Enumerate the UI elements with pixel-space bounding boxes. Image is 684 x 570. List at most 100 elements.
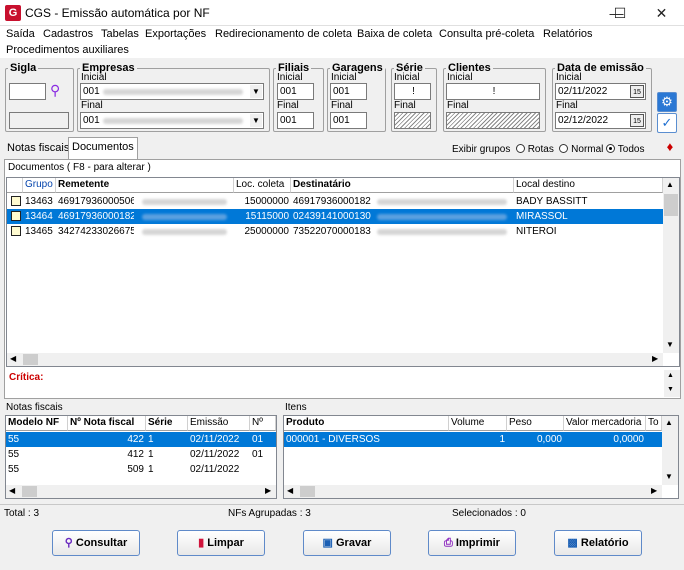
data-final-input[interactable]: 02/12/2022 15 [555,112,646,129]
export-button[interactable]: ♦ [659,139,681,157]
chevron-down-icon[interactable]: ▼ [665,472,673,481]
col-loc-coleta[interactable]: Loc. coleta [234,178,291,193]
sigla-input[interactable] [9,83,46,100]
menu-consulta-pre-coleta[interactable]: Consulta pré-coleta [439,28,534,40]
chevron-left-icon[interactable]: ◀ [10,354,16,363]
chevron-right-icon[interactable]: ▶ [651,486,657,495]
serie-inicial-input[interactable]: ! [394,83,431,100]
chevron-up-icon[interactable]: ▲ [667,372,674,379]
chevron-down-icon[interactable]: ▼ [666,340,674,349]
confirm-button[interactable]: ✓ [657,113,677,133]
clientes-final-input[interactable] [446,112,540,129]
horizontal-scrollbar[interactable]: ◀ ▶ [284,485,662,498]
col-numero-nf[interactable]: Nº Nota fiscal [68,416,146,431]
chevron-left-icon[interactable]: ◀ [287,486,293,495]
calendar-icon[interactable]: 15 [630,114,644,127]
row-checkbox[interactable] [11,211,21,221]
chevron-down-icon[interactable]: ▼ [667,386,674,393]
horizontal-scrollbar[interactable]: ◀ ▶ [6,485,276,498]
data-inicial-label: Inicial [556,72,582,83]
chevron-up-icon[interactable]: ▲ [665,418,673,427]
critica-scrollbar[interactable]: ▲ ▼ [664,370,680,397]
horizontal-scrollbar[interactable]: ◀ ▶ [7,353,663,366]
gravar-label: Gravar [335,537,372,549]
cell-emissao: 02/11/2022 [190,449,240,460]
chevron-left-icon[interactable]: ◀ [9,486,15,495]
menu-baixa-coleta[interactable]: Baixa de coleta [357,28,432,40]
col-valor-mercadoria[interactable]: Valor mercadoria [564,416,646,431]
scroll-thumb[interactable] [300,486,315,497]
relatorio-button[interactable]: ▩ Relatório [554,530,642,556]
map-pin-icon: ♦ [666,139,674,154]
col-remetente[interactable]: Remetente [56,178,234,193]
garagens-inicial-input[interactable]: 001 [330,83,367,100]
empresas-inicial-value: 001 [83,86,100,97]
col-produto[interactable]: Produto [284,416,449,431]
radio-normal[interactable] [559,144,569,153]
maximize-button[interactable]: ☐ [600,0,640,26]
col-grupo[interactable]: Grupo [23,178,56,193]
menu-bar: Saída Cadastros Tabelas Exportações Redi… [0,26,684,58]
table-row[interactable]: 55 412 1 02/11/2022 01 [6,447,276,462]
menu-procedimentos[interactable]: Procedimentos auxiliares [6,44,129,56]
table-row[interactable]: 13463 46917936000506 15000000 4691793600… [7,194,663,209]
col-total[interactable]: To [646,416,662,431]
table-row[interactable]: 13465 34274233026675 25000000 7352207000… [7,224,663,239]
vertical-scrollbar[interactable]: ▲ ▼ [662,416,678,485]
table-row-selected[interactable]: 000001 - DIVERSOS 1 0,000 0,0000 [284,432,662,447]
menu-tabelas[interactable]: Tabelas [101,28,139,40]
empresas-inicial-select[interactable]: 001 ▼ [80,83,264,100]
radio-todos[interactable] [606,144,616,153]
sigla-description [9,112,69,129]
col-serie[interactable]: Série [146,416,188,431]
row-checkbox[interactable] [11,226,21,236]
row-checkbox[interactable] [11,196,21,206]
col-destinatario[interactable]: Destinatário [291,178,514,193]
chevron-down-icon[interactable]: ▼ [250,85,262,98]
col-emissao[interactable]: Emissão [188,416,250,431]
scroll-thumb[interactable] [22,486,37,497]
data-inicial-input[interactable]: 02/11/2022 15 [555,83,646,100]
cell-numero: 422 [127,434,144,445]
menu-relatorios[interactable]: Relatórios [543,28,593,40]
gear-icon: ⚙ [661,94,673,109]
col-peso[interactable]: Peso [507,416,564,431]
search-icon[interactable]: ⚲ [50,82,60,99]
garagens-final-input[interactable]: 001 [330,112,367,129]
gravar-button[interactable]: ▣ Gravar [303,530,391,556]
imprimir-button[interactable]: ⎙ Imprimir [428,530,516,556]
chevron-right-icon[interactable]: ▶ [265,486,271,495]
redacted-name [142,199,227,205]
table-row-selected[interactable]: 55 422 1 02/11/2022 01 [6,432,276,447]
menu-exportacoes[interactable]: Exportações [145,28,206,40]
menu-saida[interactable]: Saída [6,28,35,40]
menu-redirecionamento[interactable]: Redirecionamento de coleta [215,28,352,40]
col-local-destino[interactable]: Local destino [514,178,663,193]
chevron-down-icon[interactable]: ▼ [250,114,262,127]
scroll-thumb[interactable] [23,354,38,365]
table-row-selected[interactable]: 13464 46917936000182 15115000 0243914100… [7,209,663,224]
menu-cadastros[interactable]: Cadastros [43,28,93,40]
empresas-final-select[interactable]: 001 ▼ [80,112,264,129]
scroll-thumb[interactable] [664,194,678,216]
serie-final-label: Final [394,100,416,111]
chevron-up-icon[interactable]: ▲ [666,180,674,189]
col-volume[interactable]: Volume [449,416,507,431]
calendar-icon[interactable]: 15 [630,85,644,98]
settings-button[interactable]: ⚙ [657,92,677,112]
close-button[interactable]: ✕ [639,0,684,26]
col-n[interactable]: Nº [250,416,276,431]
tab-documentos[interactable]: Documentos [68,137,138,159]
limpar-button[interactable]: ▮ Limpar [177,530,265,556]
clientes-inicial-input[interactable]: ! [446,83,540,100]
tab-notas-fiscais[interactable]: Notas fiscais [4,139,72,159]
chevron-right-icon[interactable]: ▶ [652,354,658,363]
filiais-final-input[interactable]: 001 [277,112,314,129]
serie-final-input[interactable] [394,112,431,129]
radio-rotas[interactable] [515,144,525,153]
vertical-scrollbar[interactable]: ▲ ▼ [663,178,679,353]
filiais-inicial-input[interactable]: 001 [277,83,314,100]
consultar-button[interactable]: ⚲ Consultar [52,530,140,556]
col-modelo-nf[interactable]: Modelo NF [6,416,68,431]
table-row[interactable]: 55 509 1 02/11/2022 [6,462,276,477]
